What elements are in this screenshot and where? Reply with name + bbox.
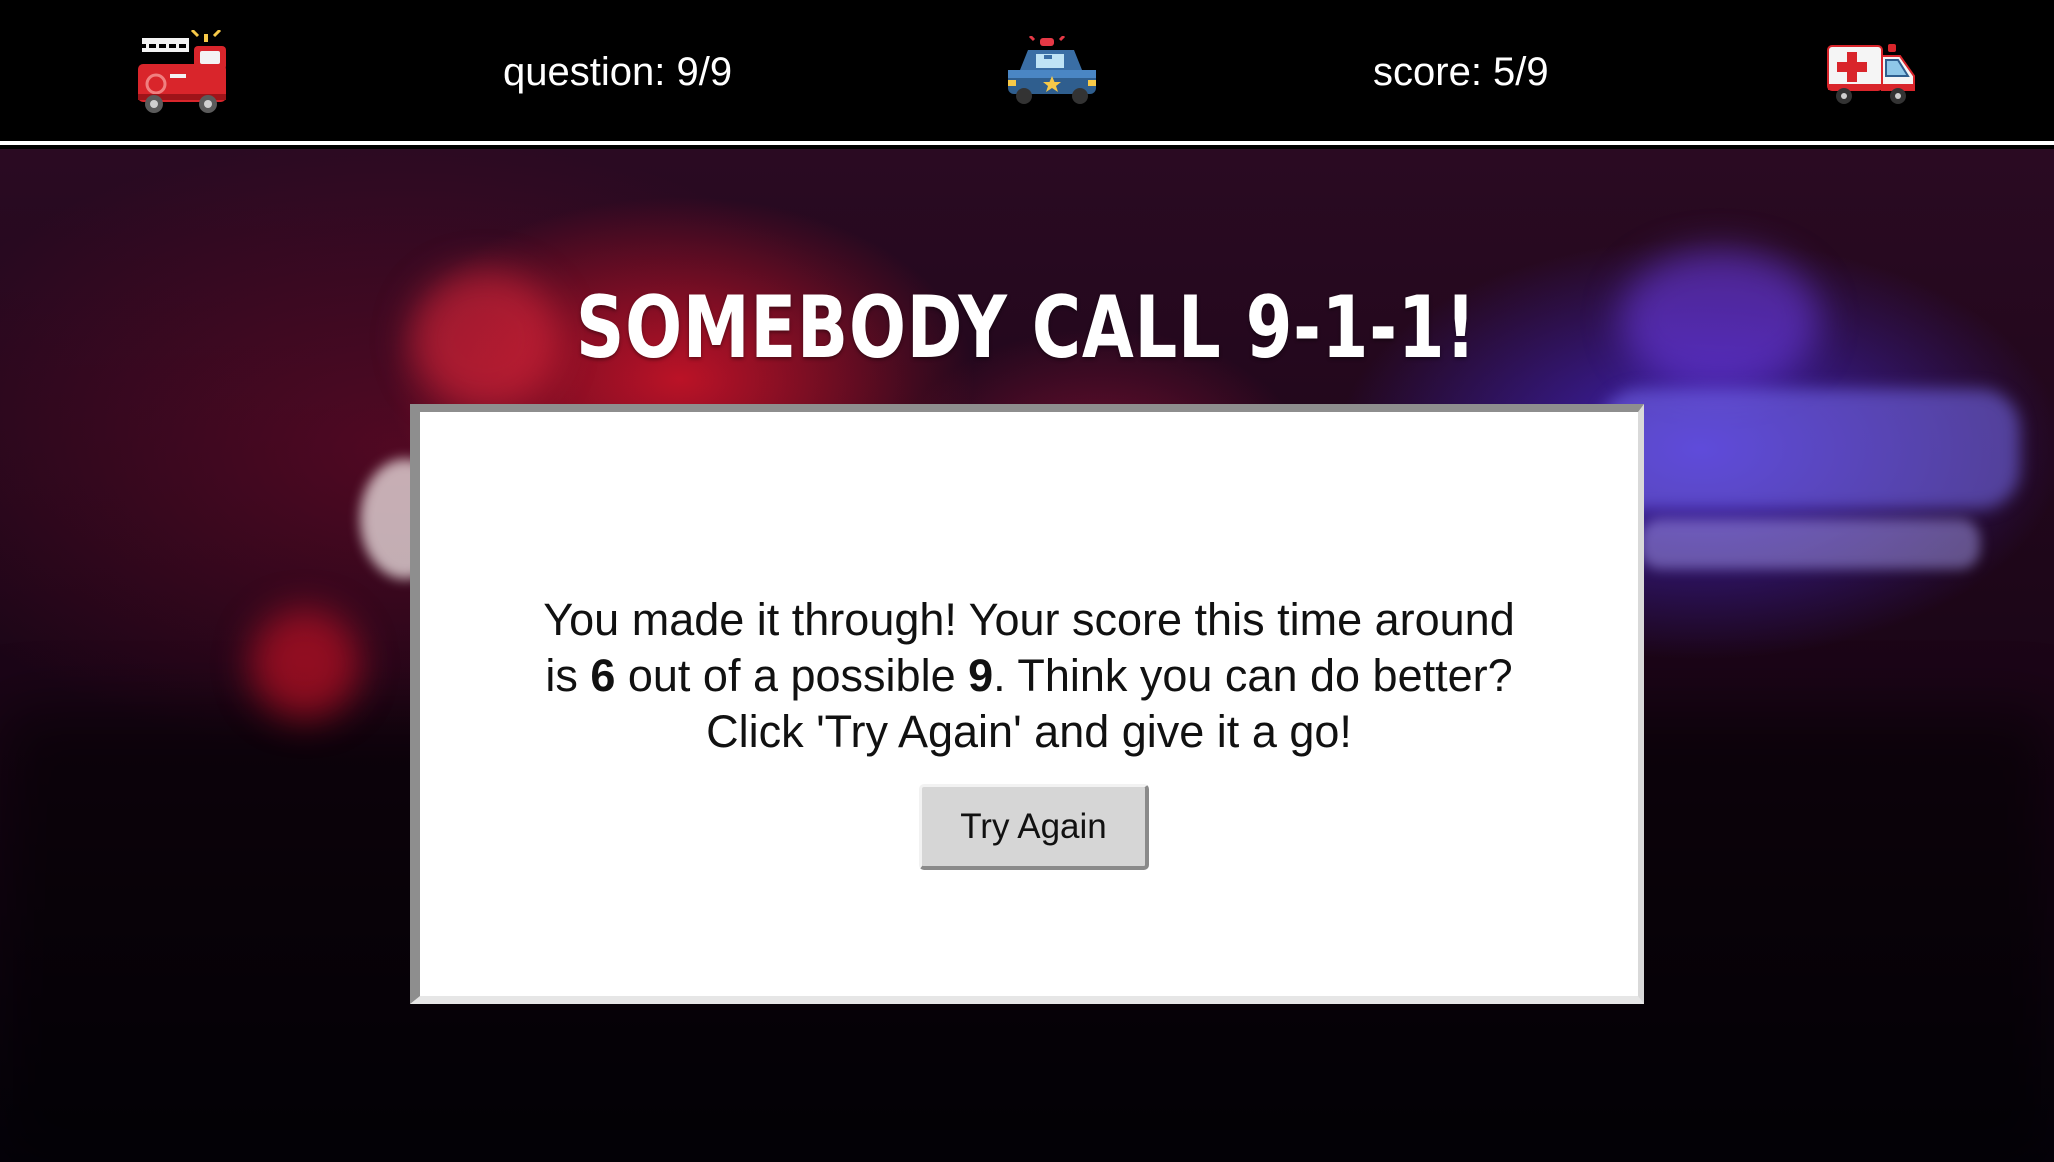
final-score: 6 [590,650,616,701]
result-line-1: You made it through! Your score this tim… [543,594,1515,645]
blue-light-bar [1640,519,1980,569]
result-line-2-suffix: . Think you can do better? [993,650,1513,701]
result-line-2-prefix: is [545,650,591,701]
ambulance-icon [1827,44,1915,104]
try-again-button[interactable]: Try Again [919,784,1149,870]
police-car-icon [1008,36,1096,104]
result-card: You made it through! Your score this tim… [410,404,1644,1004]
page-title: SOMEBODY CALL 9-1-1! [575,277,1477,378]
score-counter: score: 5/9 [1373,50,1549,94]
quiz-page: question: 9/9 score: 5/9 SOMEBODY CALL 9… [0,0,2054,1162]
total-questions: 9 [968,650,994,701]
red-light-glow [250,609,360,719]
question-counter: question: 9/9 [503,50,733,94]
blue-light-bar [1600,389,2020,509]
result-message: You made it through! Your score this tim… [420,592,1638,760]
result-line-3: Click 'Try Again' and give it a go! [706,706,1352,757]
top-status-bar: question: 9/9 score: 5/9 [0,0,2054,145]
result-line-2-middle: out of a possible [615,650,969,701]
fire-truck-icon [138,30,226,113]
